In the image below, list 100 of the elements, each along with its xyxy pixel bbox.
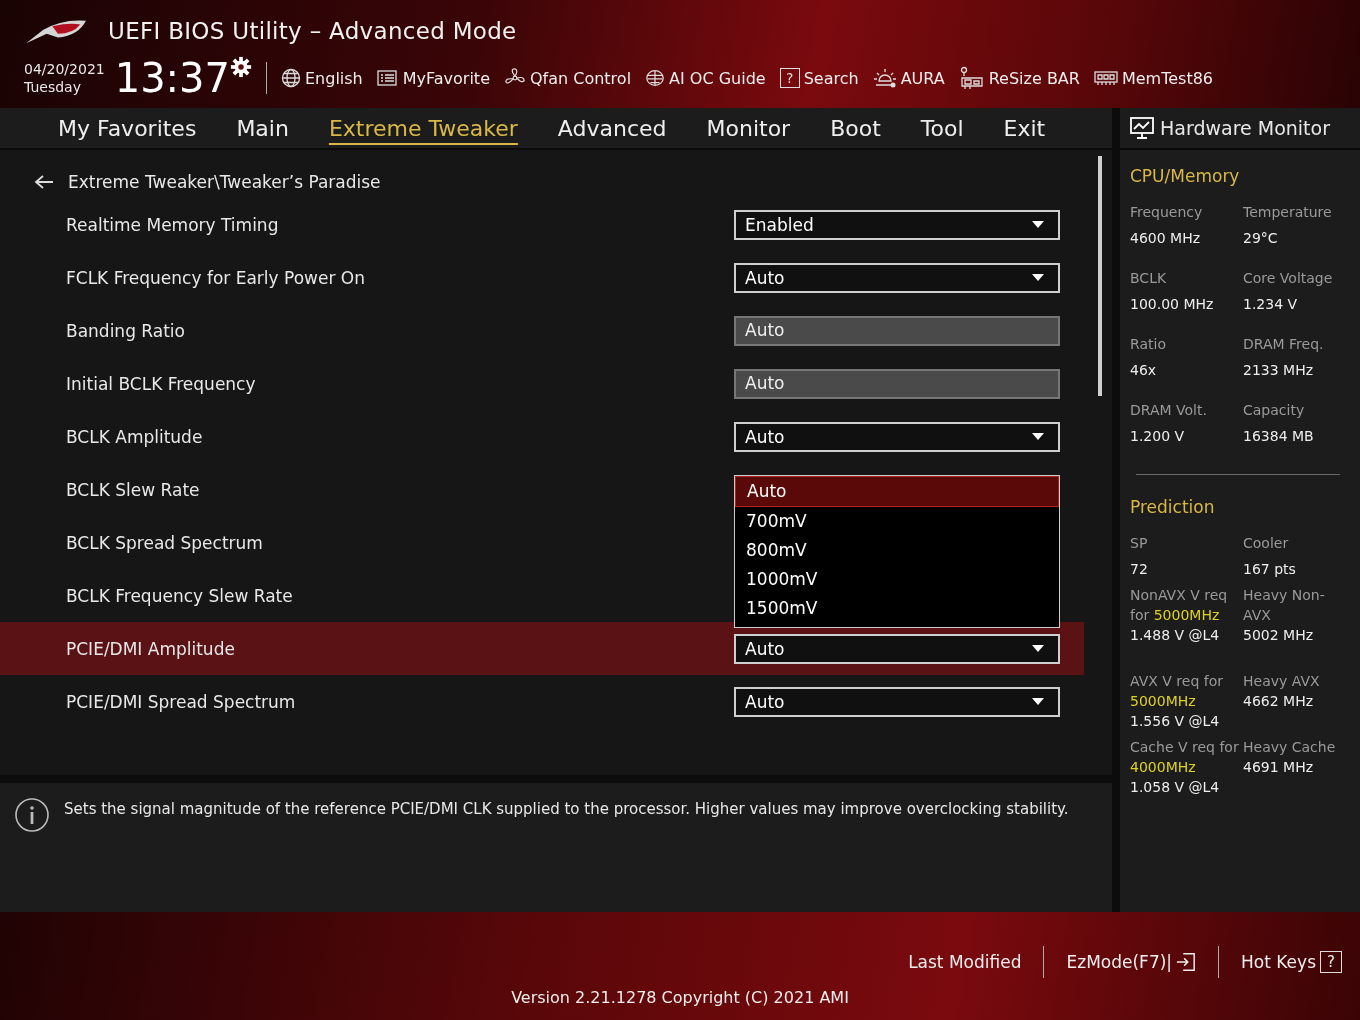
list-icon bbox=[376, 69, 399, 87]
panel-title: Hardware Monitor bbox=[1160, 117, 1330, 139]
monitor-chart-icon bbox=[1130, 116, 1154, 140]
stat-value: 167 pts bbox=[1243, 560, 1297, 579]
breadcrumb-path: Extreme Tweaker\Tweaker’s Paradise bbox=[68, 172, 381, 192]
caret-icon bbox=[1032, 433, 1044, 440]
menu-tab[interactable]: Monitor bbox=[686, 113, 811, 143]
menu-tab[interactable]: Boot bbox=[810, 113, 901, 143]
stat-value: 4691 MHz bbox=[1243, 758, 1315, 777]
stat-label: Cooler bbox=[1243, 534, 1290, 553]
stat-value: 100.00 MHz bbox=[1130, 295, 1215, 314]
day-text: Tuesday bbox=[24, 78, 82, 96]
stat-value: 1.058 V @L4 bbox=[1130, 778, 1221, 797]
stat-label: Temperature bbox=[1243, 203, 1333, 222]
back-arrow-icon[interactable] bbox=[34, 174, 54, 190]
help-icon: ? bbox=[779, 68, 800, 88]
stat-label: Heavy AVX bbox=[1243, 672, 1321, 691]
setting-label: BCLK Frequency Slew Rate bbox=[66, 585, 293, 606]
stat-label: Heavy Cache bbox=[1243, 738, 1337, 757]
stat-label: SP bbox=[1130, 534, 1149, 553]
version-text: Version 2.21.1278 Copyright (C) 2021 AMI bbox=[511, 988, 849, 1007]
menu-option[interactable]: 1000mV bbox=[735, 564, 1059, 594]
toolbar-button[interactable]: AURA bbox=[872, 67, 945, 89]
section-title: Prediction bbox=[1130, 497, 1216, 517]
dropdown-field[interactable]: Auto bbox=[734, 421, 1060, 452]
stat-value: 46x bbox=[1130, 361, 1158, 380]
dropdown-field[interactable]: Auto bbox=[734, 633, 1060, 664]
settings-icon[interactable] bbox=[230, 56, 252, 78]
setting-label: Realtime Memory Timing bbox=[66, 214, 279, 235]
stat-label: AVX V req for 5000MHz bbox=[1130, 672, 1224, 711]
setting-label: BCLK Slew Rate bbox=[66, 479, 200, 500]
menu-option[interactable]: 700mV bbox=[735, 506, 1059, 536]
toolbar-button[interactable]: English bbox=[281, 68, 363, 88]
stat-label: DRAM Freq. bbox=[1243, 335, 1325, 354]
menu-tab[interactable]: Tool bbox=[900, 113, 984, 143]
footer-button[interactable]: Hot Keys ? bbox=[1241, 951, 1342, 973]
stat-value: 1.556 V @L4 bbox=[1130, 712, 1221, 731]
setting-label: PCIE/DMI Amplitude bbox=[66, 638, 235, 659]
menu-option[interactable]: 800mV bbox=[735, 535, 1059, 565]
clock-time: 13:37 bbox=[114, 56, 230, 100]
stat-label: BCLK bbox=[1130, 269, 1168, 288]
stat-value: 29°C bbox=[1243, 229, 1279, 248]
toolbar-button[interactable]: MyFavorite bbox=[376, 68, 490, 88]
scrollbar-drawing[interactable] bbox=[1098, 156, 1102, 396]
brain-chip-icon bbox=[645, 68, 666, 88]
dropdown-field[interactable]: Auto bbox=[734, 686, 1060, 717]
light-icon bbox=[872, 67, 897, 89]
stat-value: 72 bbox=[1130, 560, 1149, 579]
help-text: Sets the signal magnitude of the reference PCIE/DMI CLK supplied to the processor. Higher values may improve overclocking stability. bbox=[64, 799, 1069, 819]
menu-tab[interactable]: Exit bbox=[983, 113, 1066, 143]
window-title: UEFI BIOS Utility – Advanced Mode bbox=[108, 18, 517, 44]
stat-value: 1.234 V bbox=[1243, 295, 1299, 314]
setting-label: Banding Ratio bbox=[66, 320, 185, 341]
stat-value: 16384 MB bbox=[1243, 427, 1315, 446]
stat-label: Cache V req for 4000MHz bbox=[1130, 738, 1240, 777]
toolbar-button[interactable]: MemTest86 bbox=[1093, 68, 1214, 88]
info-icon bbox=[14, 797, 50, 833]
menu-tab[interactable]: Main bbox=[216, 113, 309, 143]
stat-label: Heavy Non-AVX bbox=[1243, 586, 1326, 625]
setting-label: BCLK Spread Spectrum bbox=[66, 532, 263, 553]
stat-label: NonAVX V req for 5000MHz bbox=[1130, 586, 1229, 625]
stat-label: Core Voltage bbox=[1243, 269, 1334, 288]
setting-label: PCIE/DMI Spread Spectrum bbox=[66, 691, 296, 712]
footer-button[interactable]: EzMode(F7)| bbox=[1066, 952, 1197, 972]
stat-label: Capacity bbox=[1243, 401, 1306, 420]
menu-tab[interactable]: Extreme Tweaker bbox=[308, 113, 538, 143]
caret-icon bbox=[1032, 221, 1044, 228]
dropdown-field[interactable]: Auto bbox=[734, 262, 1060, 293]
date-text: 04/20/2021 bbox=[24, 60, 105, 78]
footer-button[interactable]: Last Modified bbox=[908, 952, 1022, 972]
toolbar-button[interactable]: ? Search bbox=[779, 68, 859, 88]
toolbar-button[interactable]: AI OC Guide bbox=[645, 68, 766, 88]
stat-value: 4662 MHz bbox=[1243, 692, 1315, 711]
menu-option[interactable]: Auto bbox=[735, 475, 1059, 507]
stat-value: 4600 MHz bbox=[1130, 229, 1202, 248]
caret-icon bbox=[1032, 698, 1044, 705]
toolbar-button[interactable]: Qfan Control bbox=[504, 67, 632, 89]
stat-label: Frequency bbox=[1130, 203, 1204, 222]
menu-tab[interactable]: My Favorites bbox=[38, 113, 217, 143]
dropdown-field[interactable]: Enabled bbox=[734, 209, 1060, 240]
stat-value: 2133 MHz bbox=[1243, 361, 1315, 380]
toolbar-button[interactable]: ReSize BAR bbox=[958, 66, 1080, 90]
highlighted-setting-row[interactable]: PCIE/DMI Amplitude Auto bbox=[0, 622, 1084, 675]
exit-icon bbox=[1176, 952, 1197, 972]
setting-label: BCLK Amplitude bbox=[66, 426, 203, 447]
graphics-card-icon bbox=[958, 66, 985, 90]
menu-tab[interactable]: Advanced bbox=[537, 113, 687, 143]
caret-icon bbox=[1032, 274, 1044, 281]
stat-value: 5002 MHz bbox=[1243, 626, 1315, 645]
readonly-field: Auto bbox=[734, 315, 1060, 346]
memory-module-icon bbox=[1093, 70, 1118, 86]
setting-label: FCLK Frequency for Early Power On bbox=[66, 267, 365, 288]
stat-value: 1.488 V @L4 bbox=[1130, 626, 1221, 645]
stat-label: DRAM Volt. bbox=[1130, 401, 1208, 420]
readonly-field: Auto bbox=[734, 368, 1060, 399]
stat-value: 1.200 V bbox=[1130, 427, 1186, 446]
setting-label: Initial BCLK Frequency bbox=[66, 373, 256, 394]
caret-icon bbox=[1032, 645, 1044, 652]
menu-option[interactable]: 1500mV bbox=[735, 593, 1059, 623]
globe-icon bbox=[281, 68, 301, 88]
